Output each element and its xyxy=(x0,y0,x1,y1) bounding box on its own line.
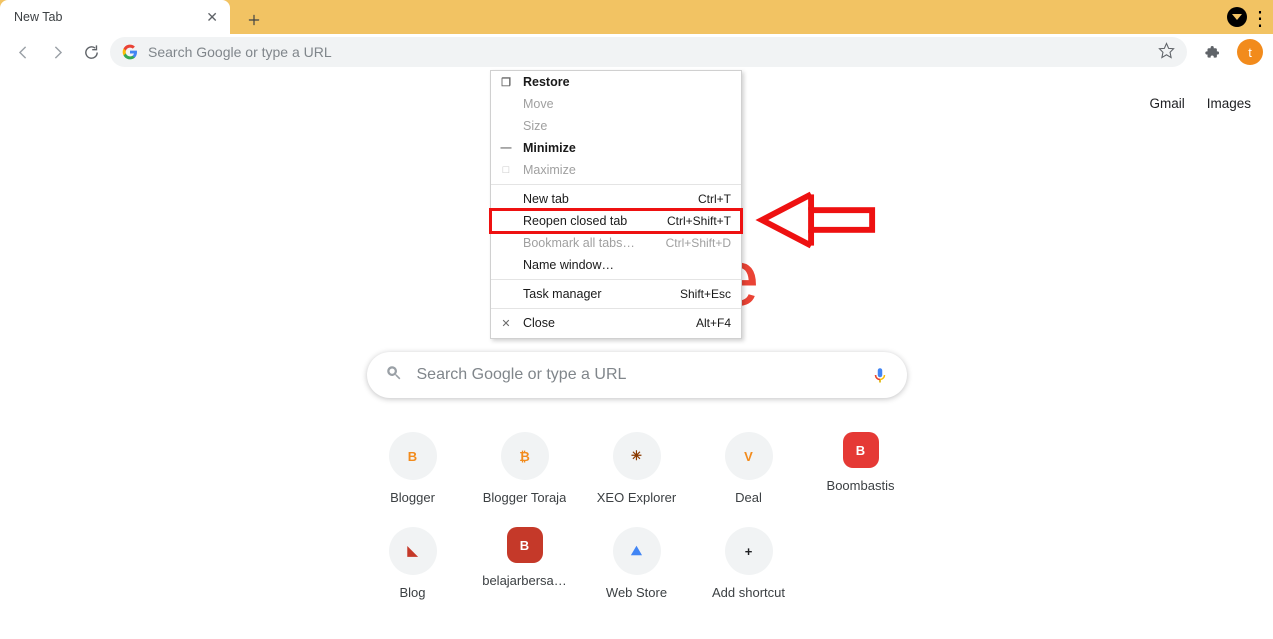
tab-title: New Tab xyxy=(14,10,62,24)
searchbox-placeholder: Search Google or type a URL xyxy=(417,366,627,384)
shortcut-icon: ₿ xyxy=(501,432,549,480)
shortcut-label: Deal xyxy=(735,490,762,505)
account-chip[interactable] xyxy=(1227,7,1247,27)
menu-item-label: Name window… xyxy=(523,258,731,272)
menu-item-label: Maximize xyxy=(523,163,731,177)
shortcut-tile[interactable]: Bbelajarbersa… xyxy=(469,527,581,600)
shortcut-label: Blog xyxy=(399,585,425,600)
window-context-menu: ❐ Restore Move Size — Minimize □ Maximize New ta… xyxy=(490,70,742,339)
shortcut-tile[interactable]: B Blogger xyxy=(357,432,469,505)
browser-tab[interactable]: New Tab ✕ xyxy=(0,0,230,34)
menu-item-label: Size xyxy=(523,119,731,133)
menu-item[interactable]: Reopen closed tab Ctrl+Shift+T xyxy=(491,210,741,232)
shortcut-label: Add shortcut xyxy=(712,585,785,600)
menu-item-shortcut: Ctrl+T xyxy=(698,192,731,206)
shortcut-tile[interactable]: V Deal xyxy=(693,432,805,505)
menu-item: Size xyxy=(491,115,741,137)
tab-strip: New Tab ✕ ⋮ xyxy=(0,0,1273,34)
menu-item[interactable]: Task manager Shift+Esc xyxy=(491,283,741,305)
profile-letter: t xyxy=(1248,45,1252,60)
menu-item-shortcut: Alt+F4 xyxy=(696,316,731,330)
shortcut-tile[interactable]: ✳ XEO Explorer xyxy=(581,432,693,505)
menu-item-label: Bookmark all tabs… xyxy=(523,236,658,250)
omnibox[interactable]: Search Google or type a URL xyxy=(110,37,1187,67)
menu-item[interactable]: New tab Ctrl+T xyxy=(491,188,741,210)
shortcut-icon: ◣ xyxy=(389,527,437,575)
shortcut-icon: V xyxy=(725,432,773,480)
new-tab-page: Gmail Images Google Search Google or typ… xyxy=(0,70,1273,639)
menu-item-label: Minimize xyxy=(523,141,731,155)
menu-item[interactable]: — Minimize xyxy=(491,137,741,159)
menu-item[interactable]: ❐ Restore xyxy=(491,71,741,93)
add-shortcut-button[interactable]: + Add shortcut xyxy=(693,527,805,600)
menu-item[interactable]: ✕ Close Alt+F4 xyxy=(491,312,741,334)
ntp-searchbox[interactable]: Search Google or type a URL xyxy=(367,352,907,398)
menu-item-label: Task manager xyxy=(523,287,672,301)
google-g-icon xyxy=(122,44,138,60)
shortcut-icon: B xyxy=(507,527,543,563)
forward-button[interactable] xyxy=(42,37,72,67)
shortcut-label: Boombastis xyxy=(827,478,895,493)
shortcut-tile[interactable]: ₿ Blogger Toraja xyxy=(469,432,581,505)
shortcuts-grid: B Blogger ₿ Blogger Toraja ✳ XEO Explorer V Dea… xyxy=(357,432,917,600)
menu-item-label: Reopen closed tab xyxy=(523,214,659,228)
voice-search-icon[interactable] xyxy=(871,363,889,387)
menu-item-label: Move xyxy=(523,97,731,111)
menu-item-label: Restore xyxy=(523,75,731,89)
menu-item-icon: ✕ xyxy=(497,317,515,330)
shortcut-label: belajarbersa… xyxy=(482,573,567,588)
shortcut-tile[interactable]: ⛰ Web Store xyxy=(581,527,693,600)
images-link[interactable]: Images xyxy=(1207,96,1251,111)
new-tab-button[interactable] xyxy=(240,6,268,34)
search-icon xyxy=(385,364,403,387)
menu-item-shortcut: Ctrl+Shift+D xyxy=(666,236,731,250)
menu-item-icon: ❐ xyxy=(497,76,515,89)
shortcut-icon: ✳ xyxy=(613,432,661,480)
shortcut-icon: + xyxy=(725,527,773,575)
menu-item-icon: — xyxy=(497,142,515,154)
shortcut-icon: ⛰ xyxy=(613,527,661,575)
menu-item-shortcut: Shift+Esc xyxy=(680,287,731,301)
menu-item-label: New tab xyxy=(523,192,690,206)
back-button[interactable] xyxy=(8,37,38,67)
shortcut-icon: B xyxy=(389,432,437,480)
bookmark-star-icon[interactable] xyxy=(1158,42,1175,62)
omnibox-placeholder: Search Google or type a URL xyxy=(148,44,332,60)
shortcut-label: Blogger xyxy=(390,490,435,505)
menu-item: Move xyxy=(491,93,741,115)
extensions-button[interactable] xyxy=(1197,37,1227,67)
menu-item-shortcut: Ctrl+Shift+T xyxy=(667,214,731,228)
menu-item-icon: □ xyxy=(497,164,515,176)
shortcut-label: XEO Explorer xyxy=(597,490,676,505)
toolbar: Search Google or type a URL t xyxy=(0,34,1273,70)
shortcut-tile[interactable]: B Boombastis xyxy=(805,432,917,505)
annotation-arrow xyxy=(752,188,880,257)
shortcut-tile[interactable]: ◣ Blog xyxy=(357,527,469,600)
profile-button[interactable]: t xyxy=(1237,39,1263,65)
menu-item[interactable]: Name window… xyxy=(491,254,741,276)
menu-item-label: Close xyxy=(523,316,688,330)
reload-button[interactable] xyxy=(76,37,106,67)
menu-item: □ Maximize xyxy=(491,159,741,181)
gmail-link[interactable]: Gmail xyxy=(1149,96,1184,111)
menu-item: Bookmark all tabs… Ctrl+Shift+D xyxy=(491,232,741,254)
shortcut-label: Web Store xyxy=(606,585,667,600)
top-links: Gmail Images xyxy=(1149,96,1251,111)
shortcut-icon: B xyxy=(843,432,879,468)
window-menu-icon[interactable]: ⋮ xyxy=(1250,6,1270,31)
close-tab-icon[interactable]: ✕ xyxy=(206,9,218,26)
shortcut-label: Blogger Toraja xyxy=(483,490,567,505)
